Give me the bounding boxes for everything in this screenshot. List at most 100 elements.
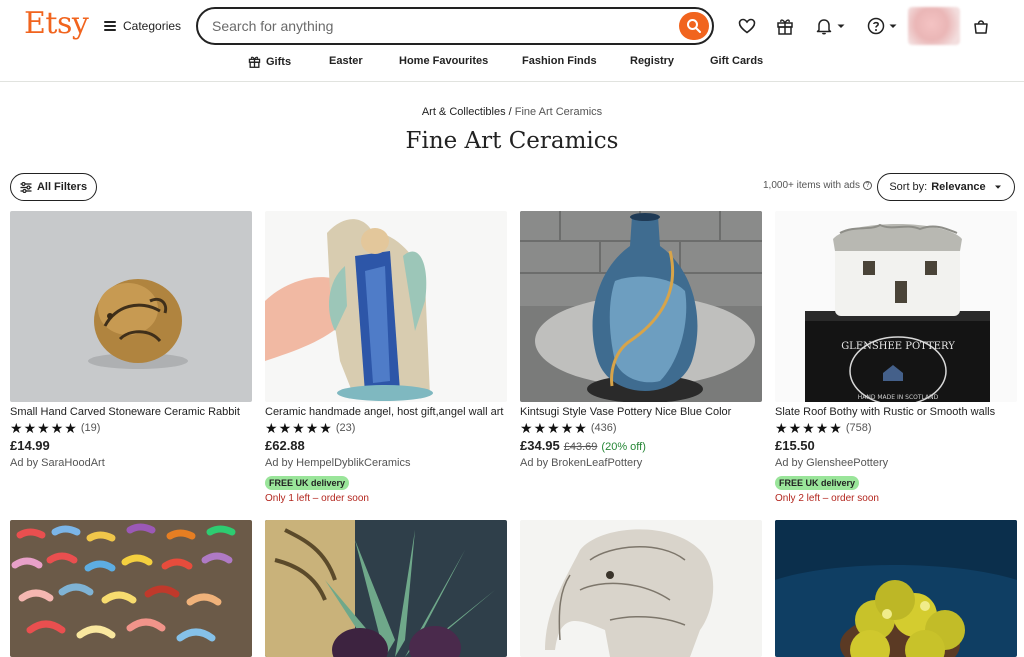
star-icon: ★ (547, 420, 560, 436)
listing-card[interactable] (10, 520, 252, 657)
star-icon: ★ (292, 420, 305, 436)
star-icon: ★ (775, 420, 788, 436)
chevron-down-icon (889, 24, 897, 28)
listing-card[interactable]: Kintsugi Style Vase Pottery Nice Blue Co… (520, 211, 762, 501)
ads-info-icon[interactable]: ? (863, 181, 872, 190)
low-stock-notice: Only 1 left – order soon (265, 493, 369, 504)
search-icon (687, 19, 701, 33)
etsy-logo[interactable]: Etsy (24, 6, 89, 41)
listing-title[interactable]: Small Hand Carved Stoneware Ceramic Rabb… (10, 406, 252, 418)
breadcrumb: Art & Collectibles / Fine Art Ceramics (0, 106, 1024, 118)
free-delivery-badge: FREE UK delivery (265, 476, 350, 490)
favourites-button[interactable] (738, 15, 756, 37)
search-bar (196, 7, 714, 45)
nav-item-registry[interactable]: Registry (630, 55, 674, 67)
star-icon: ★ (319, 420, 332, 436)
price: £62.88 (265, 438, 305, 453)
review-count: (19) (80, 422, 101, 434)
star-icon: ★ (37, 420, 50, 436)
listing-image[interactable] (10, 520, 252, 657)
chevron-down-icon (994, 185, 1001, 189)
current-price: £34.95 (520, 438, 560, 453)
chevron-down-icon (837, 24, 845, 28)
listing-card[interactable] (775, 520, 1017, 657)
nav-item-fashion-finds[interactable]: Fashion Finds (522, 55, 597, 67)
sort-prefix: Sort by: (889, 181, 928, 193)
box-origin-text: HAND MADE IN SCOTLAND (858, 394, 939, 401)
nav-item-easter[interactable]: Easter (329, 55, 363, 67)
gifts-button[interactable] (776, 15, 794, 37)
star-rating: ★ ★ ★ ★ ★ (19) (10, 421, 100, 435)
review-count: (23) (335, 422, 356, 434)
listing-title[interactable]: Kintsugi Style Vase Pottery Nice Blue Co… (520, 406, 762, 418)
star-rating: ★ ★ ★ ★ ★ (758) (775, 421, 872, 435)
star-icon: ★ (10, 420, 23, 436)
help-button[interactable] (867, 15, 898, 37)
price: £15.50 (775, 438, 815, 453)
listing-image[interactable] (265, 520, 507, 657)
sort-dropdown[interactable]: Sort by: Relevance (877, 173, 1015, 201)
discount-label: (20% off) (601, 441, 646, 453)
heart-icon (738, 18, 756, 34)
star-icon: ★ (23, 420, 37, 436)
seller-ad-label: Ad by BrokenLeafPottery (520, 457, 643, 469)
star-icon: ★ (788, 420, 802, 436)
categories-label: Categories (123, 19, 182, 33)
breadcrumb-link-art-collectibles[interactable]: Art & Collectibles (422, 106, 506, 118)
star-icon: ★ (815, 420, 829, 436)
listing-title[interactable]: Slate Roof Bothy with Rustic or Smooth w… (775, 406, 1017, 418)
star-icon: ★ (305, 420, 319, 436)
star-icon: ★ (533, 420, 547, 436)
page-title: Fine Art Ceramics (405, 128, 619, 154)
search-input[interactable] (212, 17, 672, 35)
help-icon (867, 17, 885, 35)
nav-item-gifts[interactable]: Gifts (248, 55, 291, 68)
review-count: (758) (845, 422, 872, 434)
nav-item-home-favourites[interactable]: Home Favourites (399, 55, 488, 67)
listing-card[interactable]: Small Hand Carved Stoneware Ceramic Rabb… (10, 211, 252, 501)
star-icon: ★ (278, 420, 292, 436)
listing-card[interactable] (265, 520, 507, 657)
current-price: £62.88 (265, 438, 305, 453)
filter-sliders-icon (20, 181, 32, 193)
price: £14.99 (10, 438, 50, 453)
avatar[interactable] (908, 7, 960, 45)
result-count-text: 1,000+ items with ads (763, 180, 860, 191)
categories-button[interactable]: Categories (104, 16, 181, 36)
low-stock-notice: Only 2 left – order soon (775, 493, 879, 504)
category-nav: Gifts Easter Home Favourites Fashion Fin… (0, 52, 1024, 74)
listing-image[interactable] (265, 211, 507, 402)
listing-card[interactable]: Ceramic handmade angel, host gift,angel … (265, 211, 507, 504)
seller-ad-label: Ad by SaraHoodArt (10, 457, 105, 469)
all-filters-button[interactable]: All Filters (10, 173, 97, 201)
notifications-button[interactable] (815, 15, 846, 37)
gift-icon (777, 19, 793, 35)
seller-ad-label: Ad by GlensheePottery (775, 457, 889, 469)
bell-icon (816, 19, 832, 35)
listing-card[interactable] (520, 520, 762, 657)
star-icon: ★ (50, 420, 64, 436)
nav-item-label: Gifts (266, 55, 292, 68)
listing-image[interactable]: GLENSHEE POTTERY HAND MADE IN SCOTLAND (775, 211, 1017, 402)
breadcrumb-current: Fine Art Ceramics (514, 106, 603, 118)
seller-ad-label: Ad by HempelDyblikCeramics (265, 457, 411, 469)
listing-image[interactable] (520, 520, 762, 657)
box-brand-text: GLENSHEE POTTERY (841, 341, 955, 352)
cart-icon (974, 20, 988, 34)
result-count: 1,000+ items with ads ? (763, 180, 872, 191)
free-delivery-badge: FREE UK delivery (775, 476, 860, 490)
listing-card[interactable]: GLENSHEE POTTERY HAND MADE IN SCOTLAND S… (775, 211, 1017, 504)
listing-image[interactable] (520, 211, 762, 402)
price: £34.95 £43.69 (20% off) (520, 438, 646, 453)
listing-title[interactable]: Ceramic handmade angel, host gift,angel … (265, 406, 507, 418)
star-icon: ★ (265, 420, 278, 436)
star-icon: ★ (802, 420, 815, 436)
star-rating: ★ ★ ★ ★ ★ (436) (520, 421, 617, 435)
listing-image[interactable] (775, 520, 1017, 657)
current-price: £14.99 (10, 438, 50, 453)
nav-item-gift-cards[interactable]: Gift Cards (710, 55, 763, 67)
search-button[interactable] (679, 12, 709, 40)
cart-button[interactable] (972, 15, 990, 37)
listing-image[interactable] (10, 211, 252, 402)
breadcrumb-separator: / (508, 106, 512, 118)
